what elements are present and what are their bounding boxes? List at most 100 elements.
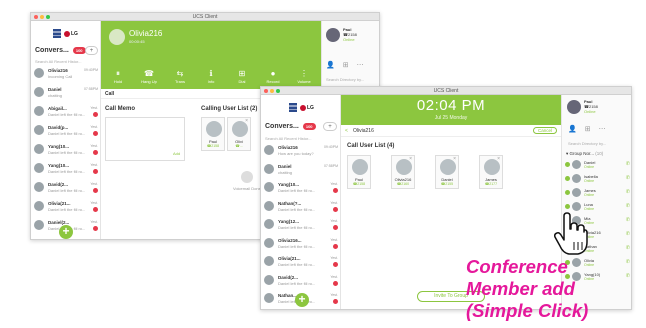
user-card[interactable]: Olivia216 ☎2160 × [391, 155, 415, 189]
call-action-button[interactable]: ⊞ Dial [229, 69, 255, 84]
user-extension: ☎2158 [206, 144, 220, 148]
back-button[interactable]: < [345, 128, 348, 134]
call-member-icon[interactable]: ✆ [626, 259, 630, 265]
list-item[interactable]: Yang(10... Daniel left the fill ro... Yest… [261, 181, 341, 195]
unread-dot [333, 206, 338, 212]
list-item[interactable]: Abigail... Daniel left the fill ro... Yest… [31, 105, 101, 119]
directory-search-input[interactable]: Search Directory by... [326, 77, 364, 82]
remove-user-icon[interactable]: × [497, 156, 500, 162]
brand-logo: LG [289, 103, 314, 112]
remove-user-icon[interactable]: × [453, 156, 456, 162]
call-member-icon[interactable]: ✆ [626, 273, 630, 279]
caption-line-3: (Simple Click) [466, 300, 589, 321]
tab-more-icon[interactable]: ⋯ [599, 125, 606, 133]
list-item[interactable]: Daniel chatting 07:58PM [31, 86, 101, 100]
my-profile[interactable]: Paul ☎2158 Online [567, 99, 598, 114]
contact-avatar [264, 200, 274, 211]
conversation-name: Daniel [278, 163, 292, 169]
conversation-time: Yest. [330, 237, 338, 242]
unread-dot [93, 207, 98, 212]
unread-dot [93, 169, 98, 174]
call-member-icon[interactable]: ✆ [626, 245, 630, 251]
conversation-time: 09:40PM [83, 68, 98, 72]
conversation-preview: Daniel left the fill ro... [48, 169, 86, 174]
list-item[interactable]: Nathan(?... Daniel left the fill ro... Yes… [261, 200, 341, 214]
call-member-icon[interactable]: ✆ [626, 203, 630, 209]
call-action-label: Record [266, 79, 280, 84]
conversation-time: 07:58PM [323, 163, 338, 168]
list-item[interactable]: David(2... Daniel left the fill ro... Yest… [31, 181, 101, 195]
my-profile[interactable]: Paul ☎2158 Online [326, 27, 357, 42]
contact-avatar [34, 201, 44, 211]
conversation-name: Yang(10... [48, 144, 70, 149]
call-action-button[interactable]: ⇆ Trans [167, 69, 193, 84]
voicemail-icon[interactable] [241, 171, 253, 183]
tab-more-icon[interactable]: ⋯ [357, 61, 364, 69]
call-member-icon[interactable]: ✆ [626, 189, 630, 195]
call-action-button[interactable]: ● Record [260, 69, 286, 84]
conversation-preview: Daniel left the fill ro... [48, 112, 86, 117]
group-member-row[interactable]: James Online ✆ [562, 187, 631, 199]
user-card[interactable]: Daniel ☎2155 × [435, 155, 459, 189]
group-member-row[interactable]: Isabella Online ✆ [562, 173, 631, 185]
list-item[interactable]: Daniel chatting 07:58PM [261, 163, 341, 177]
list-item[interactable]: Olivia(21... Daniel left the fill ro... Ye… [261, 255, 341, 269]
group-header[interactable]: ▾ Group Nor... (10) [566, 151, 603, 157]
conversation-name: Yang(10... [48, 163, 70, 168]
remove-user-icon[interactable]: × [409, 156, 412, 162]
conversation-preview: Daniel left the fill ro... [278, 243, 316, 249]
presence-dot [565, 204, 570, 209]
list-item[interactable]: Olivia216... Daniel left the fill ro... Ye… [261, 237, 341, 251]
list-item[interactable]: Yang(10... Daniel left the fill ro... Yest… [31, 162, 101, 176]
cancel-button[interactable]: Cancel [532, 127, 557, 134]
call-member-icon[interactable]: ✆ [626, 231, 630, 237]
tab-contacts-icon[interactable]: 👤 [326, 61, 335, 69]
call-member-icon[interactable]: ✆ [626, 161, 630, 167]
user-extension: ☎... [235, 144, 243, 148]
list-item[interactable]: David(p... Daniel left the fill ro... Yest… [31, 124, 101, 138]
call-action-button[interactable]: ℹ Info [198, 69, 224, 84]
list-item[interactable]: Olivia216 Incoming Call 09:40PM [31, 67, 101, 81]
list-item[interactable]: Yang(10... Daniel left the fill ro... Yest… [31, 143, 101, 157]
call-action-button[interactable]: ⏸ Hold [105, 69, 131, 84]
user-extension: ☎2177 [484, 182, 498, 186]
call-action-icon: ⋮ [300, 69, 308, 78]
list-item[interactable]: Olivia216 How are you today? 09:40PM [261, 144, 341, 158]
call-label: Call [105, 91, 115, 97]
call-action-label: Hang Up [141, 79, 157, 84]
call-member-icon[interactable]: ✆ [626, 217, 630, 223]
new-conversation-button[interactable]: + [323, 122, 337, 131]
tab-org-icon[interactable]: ⊞ [585, 125, 591, 133]
user-card[interactable]: Olivi ☎... × [227, 117, 251, 151]
list-item[interactable]: David(2... Daniel left the fill ro... Yest… [261, 274, 341, 288]
conversation-search-input[interactable]: Search All Recent Histor... [265, 136, 311, 141]
call-action-button[interactable]: ☎ Hang Up [136, 69, 162, 84]
conversation-preview: chatting [278, 169, 293, 175]
user-card[interactable]: Paul ☎2158 [201, 117, 225, 151]
user-card[interactable]: Paul ☎2158 [347, 155, 371, 189]
list-item[interactable]: Yang(12... Daniel left the fill ro... Yest… [261, 218, 341, 232]
directory-search-input[interactable]: Search Directory by... [568, 141, 606, 146]
add-fab-button[interactable]: + [59, 225, 73, 239]
conversation-time: Yest. [90, 201, 98, 205]
lg-logo-icon: LG [300, 104, 314, 111]
caller-name: Olivia216 [129, 29, 163, 38]
caption-line-1: Conference [466, 256, 568, 277]
group-member-row[interactable]: Daniel Online ✆ [562, 159, 631, 171]
remove-user-icon[interactable]: × [245, 118, 248, 124]
call-action-icon: ⊞ [238, 69, 246, 78]
clock-header-bar: 02:04 PM Jul 25 Monday [341, 95, 561, 125]
breadcrumb-name: Olivia216 [353, 128, 374, 134]
call-member-icon[interactable]: ✆ [626, 175, 630, 181]
conversation-time: Yest. [90, 182, 98, 186]
user-card[interactable]: James ☎2177 × [479, 155, 503, 189]
conversation-search-input[interactable]: Search All Recent Histor... [35, 59, 81, 64]
new-conversation-button[interactable]: + [85, 46, 98, 55]
call-action-icon: ⇆ [176, 69, 184, 78]
call-action-button[interactable]: ⋮ Volume [291, 69, 317, 84]
add-fab-button[interactable]: + [295, 293, 309, 307]
memo-add-button[interactable]: Add [173, 151, 180, 156]
tab-contacts-icon[interactable]: 👤 [568, 125, 577, 133]
list-item[interactable]: Olivia(21... Daniel left the fill ro... Ye… [31, 200, 101, 214]
tab-org-icon[interactable]: ⊞ [343, 61, 349, 69]
